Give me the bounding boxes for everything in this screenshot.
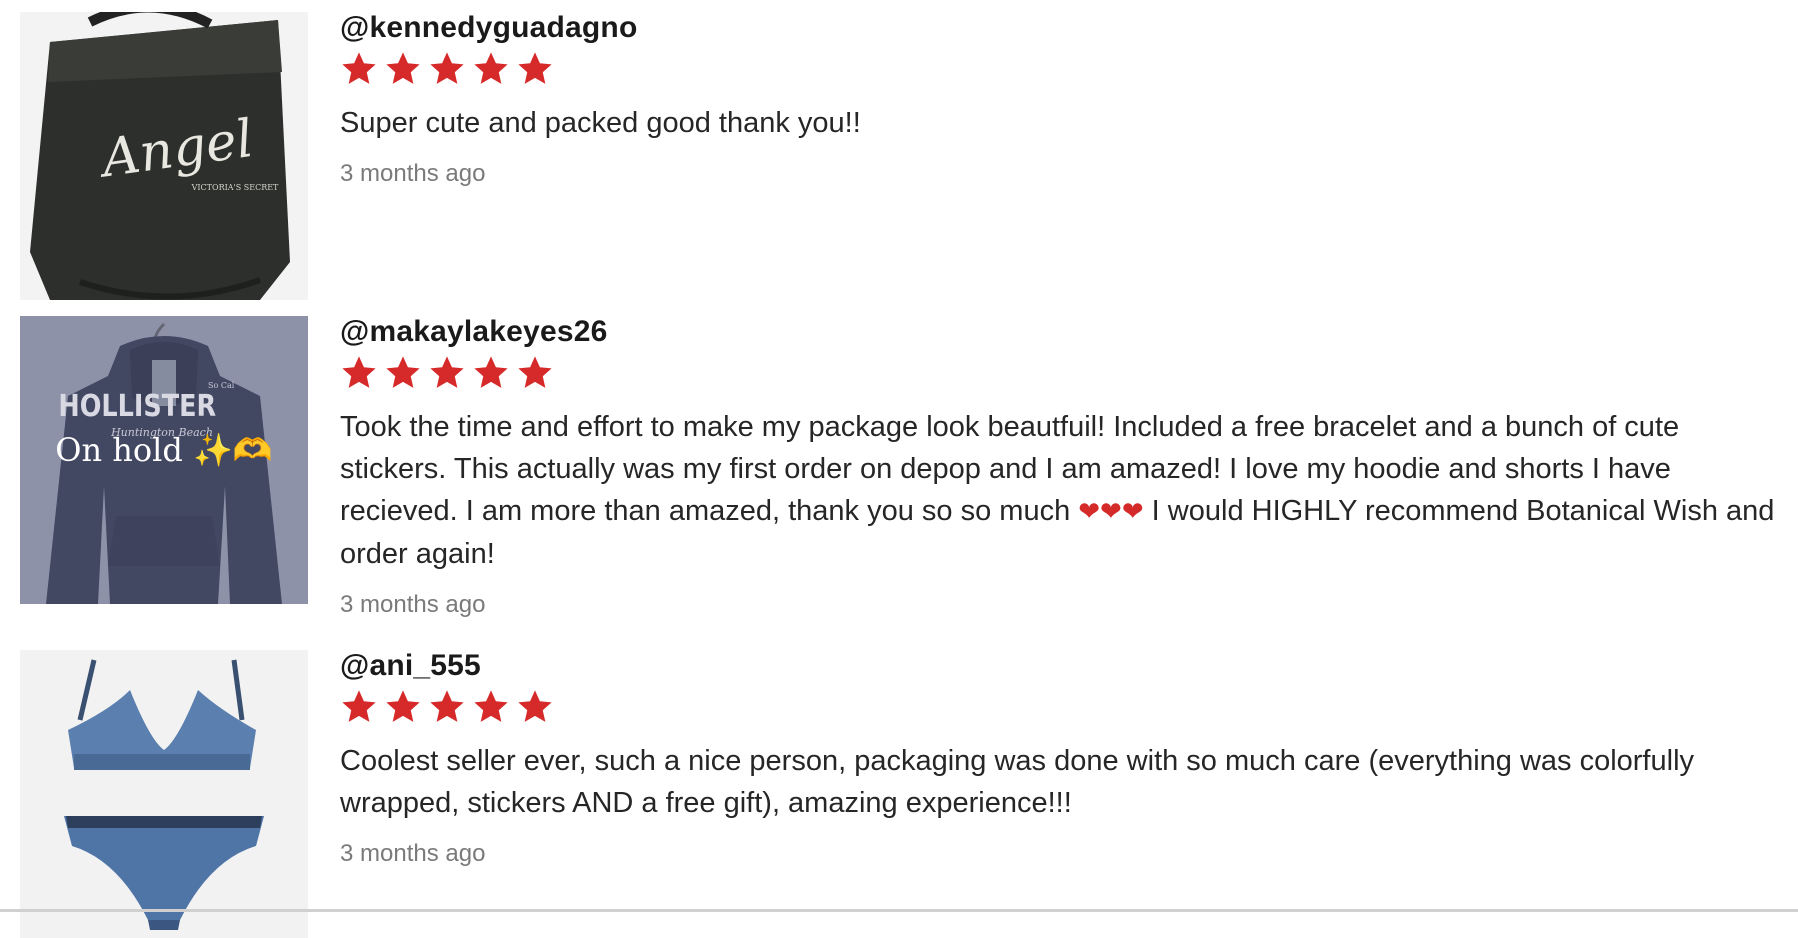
review-timestamp: 3 months ago bbox=[340, 591, 486, 618]
star-icon bbox=[472, 50, 510, 88]
review-body: @ani_555 Coolest seller ever, such a nic… bbox=[340, 650, 1798, 868]
review-timestamp: 3 months ago bbox=[340, 160, 486, 187]
star-icon bbox=[516, 50, 554, 88]
review-item-3: @ani_555 Coolest seller ever, such a nic… bbox=[20, 650, 1780, 938]
review-body: @makaylakeyes26 Took the time and effort… bbox=[340, 316, 1780, 619]
thumbnail-corner-text: So Cal bbox=[208, 381, 235, 390]
review-text: Super cute and packed good thank you!! bbox=[340, 107, 861, 139]
star-icon bbox=[516, 354, 554, 392]
heart-icon: ❤❤❤ bbox=[1078, 497, 1144, 527]
review-rating bbox=[340, 354, 1780, 394]
star-icon bbox=[340, 688, 378, 726]
star-icon bbox=[516, 688, 554, 726]
review-product-thumbnail[interactable] bbox=[20, 650, 308, 938]
star-icon bbox=[340, 354, 378, 392]
star-icon bbox=[384, 688, 422, 726]
review-product-thumbnail[interactable]: HOLLISTER So Cal Huntington Beach On hol… bbox=[20, 316, 308, 604]
review-timestamp: 3 months ago bbox=[340, 840, 486, 867]
review-username[interactable]: @kennedyguadagno bbox=[340, 12, 1780, 44]
star-icon bbox=[428, 50, 466, 88]
review-rating bbox=[340, 50, 1780, 90]
star-icon bbox=[428, 354, 466, 392]
star-icon bbox=[384, 354, 422, 392]
review-item-1: Angel VICTORIA'S SECRET @kennedyguadagno… bbox=[20, 12, 1780, 302]
star-icon bbox=[472, 688, 510, 726]
review-item-2: HOLLISTER So Cal Huntington Beach On hol… bbox=[20, 316, 1780, 636]
thumbnail-overlay-text: On hold ✨🫶 bbox=[55, 431, 272, 469]
review-body: @kennedyguadagno Super cute and packed g… bbox=[340, 12, 1780, 188]
star-icon bbox=[428, 688, 466, 726]
review-username[interactable]: @ani_555 bbox=[340, 650, 1798, 682]
thumbnail-brand: VICTORIA'S SECRET bbox=[191, 183, 279, 192]
review-text: Took the time and effort to make my pack… bbox=[340, 406, 1780, 575]
review-text: Coolest seller ever, such a nice person,… bbox=[340, 745, 1695, 819]
thumbnail-brand: HOLLISTER bbox=[58, 388, 216, 424]
star-icon bbox=[472, 354, 510, 392]
review-rating bbox=[340, 688, 1798, 728]
review-product-thumbnail[interactable]: Angel VICTORIA'S SECRET bbox=[20, 12, 308, 300]
review-username[interactable]: @makaylakeyes26 bbox=[340, 316, 1780, 348]
star-icon bbox=[384, 50, 422, 88]
star-icon bbox=[340, 50, 378, 88]
